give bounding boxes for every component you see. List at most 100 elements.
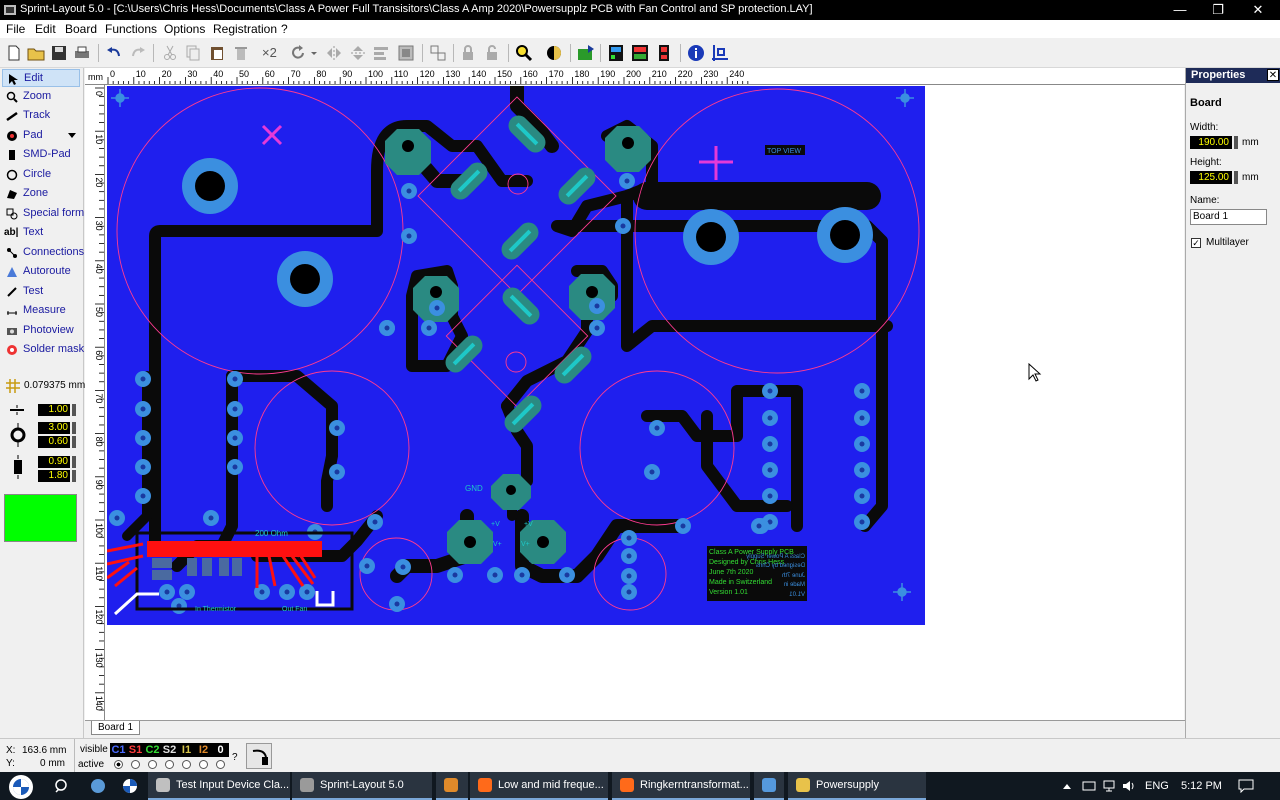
align-icon[interactable] [371,43,391,63]
menu-edit[interactable]: Edit [35,22,56,36]
taskbar-app[interactable]: Test Input Device Cla... [148,772,290,800]
redo-icon[interactable] [128,43,148,63]
tool-track[interactable]: Track [2,107,80,125]
smd-width-spinner[interactable] [72,456,76,468]
drc-check-icon[interactable] [606,43,626,63]
layer-help-button[interactable]: ? [232,752,238,763]
layer-toggle-c1[interactable]: C1 [110,743,127,757]
tab-board-1[interactable]: Board 1 [91,721,141,735]
ungroup-icon[interactable] [428,43,448,63]
track-width-spinner[interactable] [72,404,76,416]
duplicate-button[interactable]: ×2 [262,43,282,63]
menu-file[interactable]: File [6,22,25,36]
language-indicator[interactable]: ENG [1145,780,1169,792]
tray-device-icon[interactable] [1082,779,1096,793]
name-input[interactable]: Board 1 [1190,209,1267,225]
height-spinner[interactable] [1234,171,1238,184]
pad-outer-input[interactable]: 3.00 [38,422,70,434]
taskbar-app[interactable] [436,772,468,800]
grid-value[interactable]: 0.079375 mm [24,380,85,391]
paste-icon[interactable] [207,43,227,63]
new-file-icon[interactable] [4,43,24,63]
grid-icon[interactable] [5,378,21,394]
copy-icon[interactable] [183,43,203,63]
layer-active-radio[interactable] [114,760,123,769]
layer-active-radio[interactable] [182,760,191,769]
network-icon[interactable] [1102,779,1116,793]
smd-height-spinner[interactable] [72,470,76,482]
tool-smd-pad[interactable]: SMD-Pad [2,146,80,164]
cut-icon[interactable] [160,43,180,63]
bmw-start-logo-icon[interactable] [4,774,38,800]
restore-button[interactable]: ❐ [1198,0,1238,20]
tool-test[interactable]: Test [2,283,80,301]
group-icon[interactable] [396,43,416,63]
mirror-vertical-icon[interactable] [348,43,368,63]
taskbar-app[interactable] [754,772,784,800]
open-folder-icon[interactable] [26,43,46,63]
undo-icon[interactable] [104,43,124,63]
tool-special-form[interactable]: Special form [2,205,84,223]
layer-toggle-0[interactable]: 0 [212,743,229,757]
taskbar-app[interactable]: Low and mid freque... [470,772,608,800]
ratsnest-button[interactable] [246,743,272,769]
current-layer-color-swatch[interactable] [4,494,77,542]
pad-outer-spinner[interactable] [72,422,76,434]
taskbar-app[interactable]: Sprint-Layout 5.0 [292,772,432,800]
contrast-icon[interactable] [544,43,564,63]
width-input[interactable]: 190.00 [1190,136,1232,149]
zoom-icon[interactable] [514,43,534,63]
layer-active-radio[interactable] [165,760,174,769]
drc-icon[interactable] [630,43,650,63]
menu-functions[interactable]: Functions [105,22,157,36]
taskbar-app[interactable]: Ringkerntransformat... [612,772,750,800]
gerber-export-icon[interactable] [654,43,674,63]
pcb-board[interactable]: TOP VIEW GND 200 Ohm In Thermistor Out F… [107,86,925,625]
component-tool-icon[interactable] [576,43,596,63]
layer-toggle-s1[interactable]: S1 [127,743,144,757]
explorer-pin-icon[interactable] [90,778,106,794]
height-input[interactable]: 125.00 [1190,171,1232,184]
smd-width-input[interactable]: 0.90 [38,456,70,468]
layer-active-radio[interactable] [216,760,225,769]
tool-zoom[interactable]: Zoom [2,88,80,106]
menu-help[interactable]: ? [281,22,288,36]
properties-close-button[interactable]: ✕ [1267,69,1279,81]
delete-icon[interactable] [231,43,251,63]
save-icon[interactable] [49,43,69,63]
menu-options[interactable]: Options [164,22,205,36]
tool-circle[interactable]: Circle [2,166,80,184]
rotate-icon[interactable] [288,43,308,63]
minimize-button[interactable]: — [1160,0,1200,20]
multilayer-checkbox[interactable]: ✓ [1191,238,1201,248]
layer-active-radio[interactable] [148,760,157,769]
width-spinner[interactable] [1234,136,1238,149]
tool-autoroute[interactable]: Autoroute [2,263,80,281]
clock[interactable]: 5:12 PM [1181,780,1222,792]
tool-pad[interactable]: Pad [2,127,80,145]
pad-inner-input[interactable]: 0.60 [38,436,70,448]
track-width-input[interactable]: 1.00 [38,404,70,416]
menu-board[interactable]: Board [65,22,97,36]
smd-height-input[interactable]: 1.80 [38,470,70,482]
menu-registration[interactable]: Registration [213,22,277,36]
tool-solder-mask[interactable]: Solder mask [2,341,84,359]
layer-toggle-c2[interactable]: C2 [144,743,161,757]
volume-icon[interactable] [1122,779,1136,793]
print-icon[interactable] [72,43,92,63]
tool-edit[interactable]: Edit [2,69,80,87]
pad-inner-spinner[interactable] [72,436,76,448]
layer-toggle-i2[interactable]: I2 [195,743,212,757]
info-icon[interactable] [686,43,706,63]
grid-snap-icon[interactable] [710,43,730,63]
tool-photoview[interactable]: Photoview [2,322,80,340]
tool-text[interactable]: ab| Text [2,224,80,242]
notifications-icon[interactable] [1238,779,1254,793]
pad-dropdown-chevron-icon[interactable] [68,133,76,139]
mirror-horizontal-icon[interactable] [324,43,344,63]
search-icon[interactable] [54,778,70,794]
taskbar-app[interactable]: Powersupply [788,772,926,800]
layer-toggle-s2[interactable]: S2 [161,743,178,757]
tool-zone[interactable]: Zone [2,185,80,203]
tool-measure[interactable]: Measure [2,302,80,320]
